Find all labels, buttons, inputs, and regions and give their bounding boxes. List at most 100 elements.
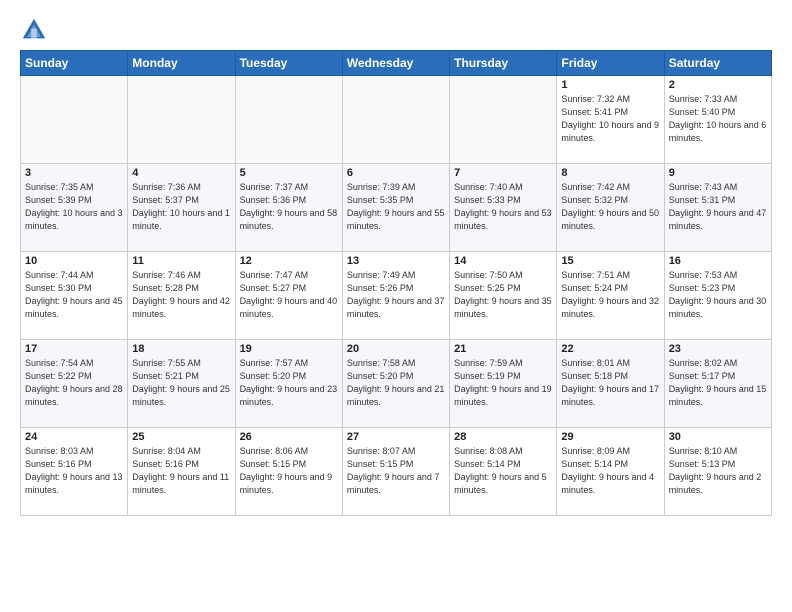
calendar-cell: 3Sunrise: 7:35 AMSunset: 5:39 PMDaylight…	[21, 164, 128, 252]
day-number: 13	[347, 255, 445, 267]
day-info: Sunrise: 8:02 AMSunset: 5:17 PMDaylight:…	[669, 357, 767, 409]
day-number: 2	[669, 79, 767, 91]
logo-icon	[20, 16, 48, 44]
weekday-header: Thursday	[450, 51, 557, 76]
calendar-cell: 27 Sunrise: 8:07 AMSunset: 5:15 PMDayligh…	[342, 428, 449, 516]
day-number: 5	[240, 167, 338, 179]
day-info: Sunrise: 7:55 AMSunset: 5:21 PMDaylight:…	[132, 357, 230, 409]
weekday-header: Friday	[557, 51, 664, 76]
calendar-cell: 17 Sunrise: 7:54 AMSunset: 5:22 PMDayligh…	[21, 340, 128, 428]
calendar-cell: 28 Sunrise: 8:08 AMSunset: 5:14 PMDayligh…	[450, 428, 557, 516]
day-info: Sunrise: 7:32 AMSunset: 5:41 PMDaylight:…	[561, 93, 659, 145]
day-number: 24	[25, 431, 123, 443]
calendar-cell: 21Sunrise: 7:59 AMSunset: 5:19 PMDayligh…	[450, 340, 557, 428]
day-info: Sunrise: 7:33 AMSunset: 5:40 PMDaylight:…	[669, 93, 767, 145]
day-number: 3	[25, 167, 123, 179]
calendar-cell: 25 Sunrise: 8:04 AMSunset: 5:16 PMDayligh…	[128, 428, 235, 516]
calendar-cell: 20 Sunrise: 7:58 AMSunset: 5:20 PMDayligh…	[342, 340, 449, 428]
calendar-cell: 12 Sunrise: 7:47 AMSunset: 5:27 PMDayligh…	[235, 252, 342, 340]
calendar-cell	[342, 76, 449, 164]
calendar-week-row: 10 Sunrise: 7:44 AMSunset: 5:30 PMDayligh…	[21, 252, 772, 340]
page: SundayMondayTuesdayWednesdayThursdayFrid…	[0, 0, 792, 526]
calendar-cell: 6Sunrise: 7:39 AMSunset: 5:35 PMDaylight…	[342, 164, 449, 252]
day-number: 17	[25, 343, 123, 355]
day-number: 14	[454, 255, 552, 267]
calendar-week-row: 3Sunrise: 7:35 AMSunset: 5:39 PMDaylight…	[21, 164, 772, 252]
calendar-cell: 23 Sunrise: 8:02 AMSunset: 5:17 PMDayligh…	[664, 340, 771, 428]
day-info: Sunrise: 8:10 AMSunset: 5:13 PMDaylight:…	[669, 445, 767, 497]
day-info: Sunrise: 7:58 AMSunset: 5:20 PMDaylight:…	[347, 357, 445, 409]
weekday-header: Tuesday	[235, 51, 342, 76]
day-number: 25	[132, 431, 230, 443]
calendar-cell	[21, 76, 128, 164]
day-info: Sunrise: 8:03 AMSunset: 5:16 PMDaylight:…	[25, 445, 123, 497]
day-info: Sunrise: 7:37 AMSunset: 5:36 PMDaylight:…	[240, 181, 338, 233]
weekday-header: Wednesday	[342, 51, 449, 76]
calendar-week-row: 24 Sunrise: 8:03 AMSunset: 5:16 PMDayligh…	[21, 428, 772, 516]
day-number: 29	[561, 431, 659, 443]
calendar-cell: 11Sunrise: 7:46 AMSunset: 5:28 PMDayligh…	[128, 252, 235, 340]
day-number: 18	[132, 343, 230, 355]
calendar-cell	[128, 76, 235, 164]
day-number: 4	[132, 167, 230, 179]
day-info: Sunrise: 7:57 AMSunset: 5:20 PMDaylight:…	[240, 357, 338, 409]
day-number: 27	[347, 431, 445, 443]
calendar-cell: 26 Sunrise: 8:06 AMSunset: 5:15 PMDayligh…	[235, 428, 342, 516]
calendar-cell: 2 Sunrise: 7:33 AMSunset: 5:40 PMDaylight…	[664, 76, 771, 164]
day-info: Sunrise: 7:50 AMSunset: 5:25 PMDaylight:…	[454, 269, 552, 321]
weekday-header: Monday	[128, 51, 235, 76]
calendar-cell: 7 Sunrise: 7:40 AMSunset: 5:33 PMDaylight…	[450, 164, 557, 252]
day-info: Sunrise: 7:47 AMSunset: 5:27 PMDaylight:…	[240, 269, 338, 321]
calendar-cell: 24 Sunrise: 8:03 AMSunset: 5:16 PMDayligh…	[21, 428, 128, 516]
day-info: Sunrise: 7:44 AMSunset: 5:30 PMDaylight:…	[25, 269, 123, 321]
calendar-cell: 19Sunrise: 7:57 AMSunset: 5:20 PMDayligh…	[235, 340, 342, 428]
weekday-header: Saturday	[664, 51, 771, 76]
day-info: Sunrise: 7:43 AMSunset: 5:31 PMDaylight:…	[669, 181, 767, 233]
day-number: 16	[669, 255, 767, 267]
calendar-cell: 22Sunrise: 8:01 AMSunset: 5:18 PMDayligh…	[557, 340, 664, 428]
calendar-cell: 15Sunrise: 7:51 AMSunset: 5:24 PMDayligh…	[557, 252, 664, 340]
calendar-cell: 13 Sunrise: 7:49 AMSunset: 5:26 PMDayligh…	[342, 252, 449, 340]
logo	[20, 16, 52, 44]
day-info: Sunrise: 7:40 AMSunset: 5:33 PMDaylight:…	[454, 181, 552, 233]
day-info: Sunrise: 7:54 AMSunset: 5:22 PMDaylight:…	[25, 357, 123, 409]
day-info: Sunrise: 7:42 AMSunset: 5:32 PMDaylight:…	[561, 181, 659, 233]
day-number: 11	[132, 255, 230, 267]
calendar-cell: 10 Sunrise: 7:44 AMSunset: 5:30 PMDayligh…	[21, 252, 128, 340]
day-number: 7	[454, 167, 552, 179]
day-number: 6	[347, 167, 445, 179]
calendar-cell: 16 Sunrise: 7:53 AMSunset: 5:23 PMDayligh…	[664, 252, 771, 340]
day-number: 22	[561, 343, 659, 355]
calendar-week-row: 17 Sunrise: 7:54 AMSunset: 5:22 PMDayligh…	[21, 340, 772, 428]
day-info: Sunrise: 8:06 AMSunset: 5:15 PMDaylight:…	[240, 445, 338, 497]
calendar: SundayMondayTuesdayWednesdayThursdayFrid…	[20, 50, 772, 516]
weekday-header: Sunday	[21, 51, 128, 76]
day-number: 30	[669, 431, 767, 443]
day-number: 1	[561, 79, 659, 91]
day-number: 8	[561, 167, 659, 179]
header	[20, 16, 772, 44]
day-number: 26	[240, 431, 338, 443]
weekday-header-row: SundayMondayTuesdayWednesdayThursdayFrid…	[21, 51, 772, 76]
day-info: Sunrise: 8:08 AMSunset: 5:14 PMDaylight:…	[454, 445, 552, 497]
day-number: 28	[454, 431, 552, 443]
calendar-cell	[235, 76, 342, 164]
day-number: 9	[669, 167, 767, 179]
calendar-cell: 29Sunrise: 8:09 AMSunset: 5:14 PMDayligh…	[557, 428, 664, 516]
calendar-cell: 14 Sunrise: 7:50 AMSunset: 5:25 PMDayligh…	[450, 252, 557, 340]
day-number: 20	[347, 343, 445, 355]
day-info: Sunrise: 7:53 AMSunset: 5:23 PMDaylight:…	[669, 269, 767, 321]
day-number: 15	[561, 255, 659, 267]
day-info: Sunrise: 8:04 AMSunset: 5:16 PMDaylight:…	[132, 445, 230, 497]
day-number: 12	[240, 255, 338, 267]
calendar-cell: 4Sunrise: 7:36 AMSunset: 5:37 PMDaylight…	[128, 164, 235, 252]
day-info: Sunrise: 7:49 AMSunset: 5:26 PMDaylight:…	[347, 269, 445, 321]
calendar-cell: 1 Sunrise: 7:32 AMSunset: 5:41 PMDaylight…	[557, 76, 664, 164]
calendar-cell	[450, 76, 557, 164]
calendar-cell: 30 Sunrise: 8:10 AMSunset: 5:13 PMDayligh…	[664, 428, 771, 516]
day-number: 10	[25, 255, 123, 267]
day-number: 23	[669, 343, 767, 355]
day-info: Sunrise: 8:07 AMSunset: 5:15 PMDaylight:…	[347, 445, 445, 497]
calendar-cell: 5 Sunrise: 7:37 AMSunset: 5:36 PMDaylight…	[235, 164, 342, 252]
calendar-cell: 18 Sunrise: 7:55 AMSunset: 5:21 PMDayligh…	[128, 340, 235, 428]
